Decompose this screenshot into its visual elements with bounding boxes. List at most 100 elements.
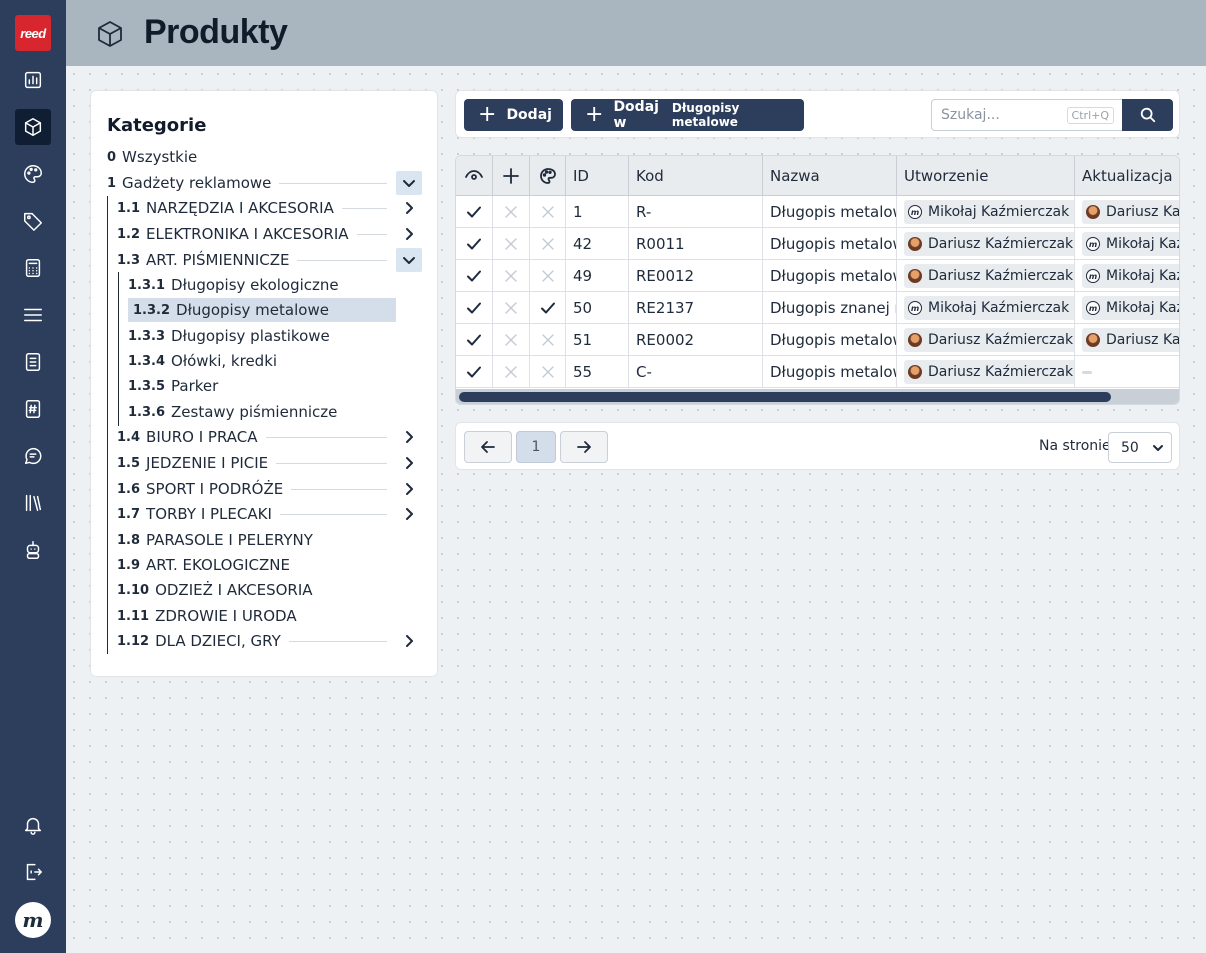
cell-plus[interactable] bbox=[493, 260, 530, 292]
nav-products-icon[interactable] bbox=[15, 109, 51, 145]
category-item[interactable]: 1 Gadżety reklamowe bbox=[107, 171, 395, 195]
expand-chevron-icon[interactable] bbox=[396, 196, 422, 220]
prev-page-button[interactable] bbox=[464, 431, 512, 463]
category-item[interactable]: 1.3.6 Zestawy piśmiennicze bbox=[128, 400, 396, 424]
column-visible[interactable] bbox=[456, 156, 493, 196]
table-row[interactable]: 1R-Długopis metalowy m Mikołaj Kaźmierczak… bbox=[456, 196, 1179, 228]
horizontal-scrollbar[interactable] bbox=[456, 389, 1179, 404]
table-row[interactable]: 50RE2137Długopis znanej marki m Mikołaj Ka… bbox=[456, 292, 1179, 324]
add-in-category-button[interactable]: + Dodaj w Długopisy metalowe bbox=[571, 99, 804, 131]
user-chip[interactable]: Dariusz Kaźmierczak bbox=[1082, 200, 1179, 224]
nav-chat-icon[interactable] bbox=[15, 438, 51, 474]
category-item[interactable]: 1.3 ART. PIŚMIENNICZE bbox=[117, 248, 395, 272]
category-item[interactable]: 1.3.4 Ołówki, kredki bbox=[128, 349, 396, 373]
cell-palette[interactable] bbox=[530, 356, 566, 388]
category-item[interactable]: 1.8 PARASOLE I PELERYNY bbox=[117, 528, 395, 552]
cell-plus[interactable] bbox=[493, 324, 530, 356]
nav-tag-icon[interactable] bbox=[15, 203, 51, 239]
category-item[interactable]: 1.9 ART. EKOLOGICZNE bbox=[117, 553, 395, 577]
category-item[interactable]: 1.10 ODZIEŻ I AKCESORIA bbox=[117, 578, 395, 602]
cell-plus[interactable] bbox=[493, 228, 530, 260]
scrollbar-thumb[interactable] bbox=[459, 392, 1111, 402]
user-chip[interactable]: m Mikołaj Kaźmierczak bbox=[1082, 296, 1179, 320]
cell-kod: RE2137 bbox=[629, 292, 763, 324]
user-chip[interactable]: Dariusz Kaźmierczak 01 bbox=[904, 328, 1074, 352]
category-item[interactable]: 1.7 TORBY I PLECAKI bbox=[117, 502, 395, 526]
nav-bot-icon[interactable] bbox=[15, 532, 51, 568]
user-chip[interactable]: Dariusz Kaźmierczak 07 bbox=[904, 360, 1074, 384]
table-row[interactable]: 42R0011Długopis metalowy Dariusz Kaźmierc… bbox=[456, 228, 1179, 260]
cell-visible[interactable] bbox=[456, 260, 493, 292]
nav-palette-icon[interactable] bbox=[15, 156, 51, 192]
column-utworzenie[interactable]: Utworzenie bbox=[897, 156, 1075, 196]
cell-visible[interactable] bbox=[456, 292, 493, 324]
expand-chevron-icon[interactable] bbox=[396, 222, 422, 246]
cell-palette[interactable] bbox=[530, 324, 566, 356]
category-item[interactable]: 1.3.3 Długopisy plastikowe bbox=[128, 324, 396, 348]
cell-palette[interactable] bbox=[530, 260, 566, 292]
nav-menu-icon[interactable] bbox=[15, 297, 51, 333]
nav-calculator-icon[interactable] bbox=[15, 250, 51, 286]
column-id[interactable]: ID bbox=[566, 156, 629, 196]
cell-plus[interactable] bbox=[493, 356, 530, 388]
column-kod[interactable]: Kod bbox=[629, 156, 763, 196]
category-item-selected[interactable]: 1.3.2 Długopisy metalowe bbox=[128, 298, 396, 322]
app-logo[interactable]: reed bbox=[15, 15, 51, 51]
category-item[interactable]: 1.4 BIURO I PRACA bbox=[117, 425, 395, 449]
column-palette[interactable] bbox=[530, 156, 566, 196]
user-chip[interactable]: Dariusz Kaźmierczak 28 bbox=[904, 264, 1074, 288]
cell-plus[interactable] bbox=[493, 292, 530, 324]
user-chip[interactable]: m Mikołaj Kaźmierczak bbox=[1082, 232, 1179, 256]
nav-library-icon[interactable] bbox=[15, 485, 51, 521]
category-item[interactable]: 1.1 NARZĘDZIA I AKCESORIA bbox=[117, 196, 395, 220]
cell-palette[interactable] bbox=[530, 196, 566, 228]
category-item[interactable]: 1.2 ELEKTRONIKA I AKCESORIA bbox=[117, 222, 395, 246]
cell-palette[interactable] bbox=[530, 228, 566, 260]
category-item[interactable]: 1.12 DLA DZIECI, GRY bbox=[117, 629, 395, 653]
expand-chevron-icon[interactable] bbox=[396, 477, 422, 501]
add-button[interactable]: + Dodaj bbox=[464, 99, 563, 131]
user-chip[interactable]: Dariusz Kaźmierczak 17 bbox=[904, 232, 1074, 256]
category-item[interactable]: 1.5 JEDZENIE I PICIE bbox=[117, 451, 395, 475]
per-page-select[interactable]: 50 bbox=[1108, 432, 1172, 463]
expand-chevron-icon[interactable] bbox=[396, 451, 422, 475]
user-chip[interactable]: Dariusz Kaźmierczak bbox=[1082, 328, 1179, 352]
cell-visible[interactable] bbox=[456, 228, 493, 260]
category-item[interactable]: 0 Wszystkie bbox=[107, 145, 407, 169]
cell-palette[interactable] bbox=[530, 292, 566, 324]
table-row[interactable]: 55C-Długopis metalowy Dariusz Kaźmierczak… bbox=[456, 356, 1179, 388]
expand-chevron-icon[interactable] bbox=[396, 425, 422, 449]
table-row[interactable]: 49RE0012Długopis metalowy Dariusz Kaźmier… bbox=[456, 260, 1179, 292]
column-nazwa[interactable]: Nazwa bbox=[763, 156, 897, 196]
search-button[interactable] bbox=[1122, 99, 1173, 131]
category-item[interactable]: 1.3.1 Długopisy ekologiczne bbox=[128, 273, 396, 297]
user-avatar[interactable]: m bbox=[15, 902, 51, 938]
expand-chevron-icon[interactable] bbox=[396, 502, 422, 526]
user-chip[interactable]: m Mikołaj Kaźmierczak 07 bbox=[904, 200, 1074, 224]
nav-reports-icon[interactable] bbox=[15, 62, 51, 98]
category-item[interactable]: 1.3.5 Parker bbox=[128, 374, 396, 398]
nav-document-icon[interactable] bbox=[15, 344, 51, 380]
nav-logout-icon[interactable] bbox=[15, 854, 51, 890]
column-aktualizacja[interactable]: Aktualizacja bbox=[1075, 156, 1179, 196]
next-page-button[interactable] bbox=[560, 431, 608, 463]
category-item[interactable]: 1.11 ZDROWIE I URODA bbox=[117, 604, 395, 628]
cell-visible[interactable] bbox=[456, 356, 493, 388]
nav-hash-icon[interactable] bbox=[15, 391, 51, 427]
column-plus[interactable] bbox=[493, 156, 530, 196]
cell-visible[interactable] bbox=[456, 196, 493, 228]
cell-plus[interactable] bbox=[493, 196, 530, 228]
user-chip[interactable]: m Mikołaj Kaźmierczak bbox=[1082, 264, 1179, 288]
nav-bell-icon[interactable] bbox=[15, 807, 51, 843]
user-avatar-icon: m bbox=[908, 301, 922, 315]
expand-chevron-icon[interactable] bbox=[396, 629, 422, 653]
table-row[interactable]: 51RE0002Długopis metalowy Dariusz Kaźmier… bbox=[456, 324, 1179, 356]
page-button-current[interactable]: 1 bbox=[516, 431, 556, 463]
search-input[interactable]: Szukaj... Ctrl+Q bbox=[931, 99, 1123, 131]
collapse-chevron-icon[interactable] bbox=[396, 171, 422, 195]
cell-visible[interactable] bbox=[456, 324, 493, 356]
category-item[interactable]: 1.6 SPORT I PODRÓŻE bbox=[117, 477, 395, 501]
user-chip[interactable]: m Mikołaj Kaźmierczak 29 bbox=[904, 296, 1074, 320]
collapse-chevron-icon[interactable] bbox=[396, 248, 422, 272]
user-avatar-icon bbox=[1086, 333, 1100, 347]
